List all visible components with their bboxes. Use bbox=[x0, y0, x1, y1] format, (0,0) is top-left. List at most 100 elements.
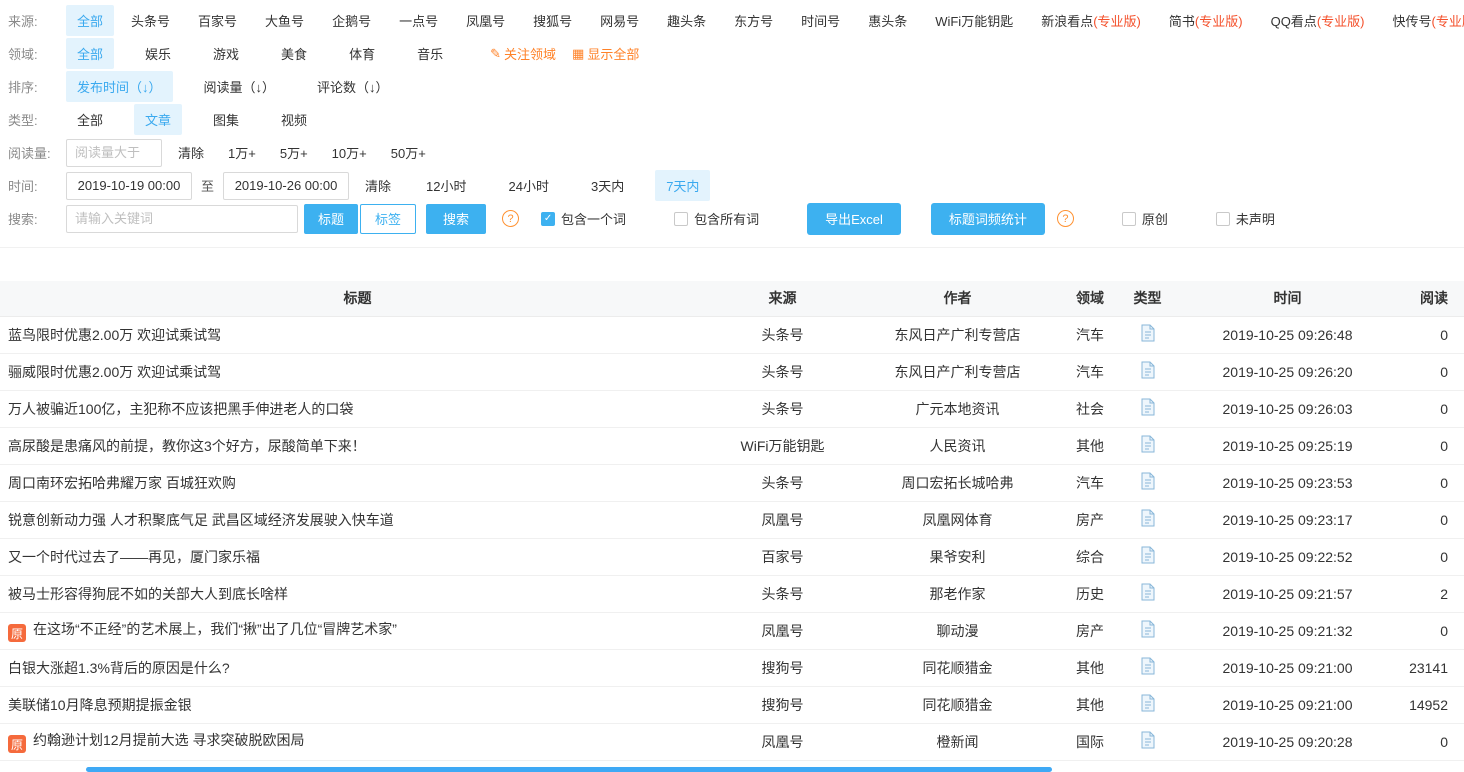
time-cell: 2019-10-25 09:25:19 bbox=[1180, 427, 1395, 464]
article-title-link[interactable]: 骊威限时优惠2.00万 欢迎试乘试驾 bbox=[8, 364, 221, 380]
domain-cell: 国际 bbox=[1065, 723, 1115, 760]
time-preset-link[interactable]: 7天内 bbox=[655, 170, 710, 201]
source-filter-item[interactable]: WiFi万能钥匙 bbox=[924, 5, 1024, 36]
table-row[interactable]: 锐意创新动力强 人才积聚底气足 武昌区域经济发展驶入快车道 凤凰号 凤凰网体育 … bbox=[0, 501, 1464, 538]
keyword-input[interactable] bbox=[66, 205, 298, 233]
help-icon-2[interactable]: ? bbox=[1057, 210, 1074, 227]
article-title-link[interactable]: 万人被骗近100亿，主犯称不应该把黑手伸进老人的口袋 bbox=[8, 401, 353, 417]
sort-option[interactable]: 阅读量（↓） bbox=[193, 71, 287, 102]
time-start-input[interactable] bbox=[66, 172, 192, 200]
source-filter-item-label: 惠头条 bbox=[868, 14, 907, 29]
domain-filter-item[interactable]: 美食 bbox=[270, 38, 318, 69]
domain-filter-item[interactable]: 体育 bbox=[338, 38, 386, 69]
table-row[interactable]: 美联储10月降息预期提振金银 搜狗号 同花顺猎金 其他 2019-10-25 0… bbox=[0, 686, 1464, 723]
reads-preset-link[interactable]: 1万+ bbox=[228, 143, 256, 162]
table-row[interactable]: 骊威限时优惠2.00万 欢迎试乘试驾 头条号 东风日产广利专营店 汽车 2019… bbox=[0, 353, 1464, 390]
table-row[interactable]: 又一个时代过去了——再见，厦门家乐福 百家号 果爷安利 综合 2019-10-2… bbox=[0, 538, 1464, 575]
type-cell bbox=[1115, 575, 1180, 612]
article-title-link[interactable]: 锐意创新动力强 人才积聚底气足 武昌区域经济发展驶入快车道 bbox=[8, 512, 394, 528]
source-cell: 搜狗号 bbox=[715, 686, 850, 723]
table-row[interactable]: 高尿酸是患痛风的前提，教你这3个好方，尿酸简单下来！ WiFi万能钥匙 人民资讯… bbox=[0, 427, 1464, 464]
sort-option[interactable]: 评论数（↓） bbox=[306, 71, 400, 102]
export-excel-button[interactable]: 导出Excel bbox=[807, 203, 901, 235]
article-title-link[interactable]: 蓝鸟限时优惠2.00万 欢迎试乘试驾 bbox=[8, 327, 221, 343]
reads-preset-link[interactable]: 5万+ bbox=[280, 143, 308, 162]
horizontal-scrollbar[interactable] bbox=[86, 767, 1052, 772]
source-filter-item[interactable]: 头条号 bbox=[120, 5, 181, 36]
source-filter-item-label: WiFi万能钥匙 bbox=[935, 14, 1013, 29]
source-filter-item[interactable]: 一点号 bbox=[388, 5, 449, 36]
time-preset-link[interactable]: 3天内 bbox=[580, 170, 635, 201]
source-filter-item[interactable]: 网易号 bbox=[589, 5, 650, 36]
contain-all-label: 包含所有词 bbox=[694, 209, 759, 228]
source-filter-item[interactable]: 大鱼号 bbox=[254, 5, 315, 36]
source-filter-item[interactable]: 新浪看点(专业版) bbox=[1030, 5, 1152, 36]
domain-filter-item[interactable]: 全部 bbox=[66, 38, 114, 69]
table-row[interactable]: 被马士形容得狗屁不如的关部大人到底长啥样 头条号 那老作家 历史 2019-10… bbox=[0, 575, 1464, 612]
source-filter-item[interactable]: 时间号 bbox=[790, 5, 851, 36]
article-title-link[interactable]: 美联储10月降息预期提振金银 bbox=[8, 697, 192, 713]
table-row[interactable]: 蓝鸟限时优惠2.00万 欢迎试乘试驾 头条号 东风日产广利专营店 汽车 2019… bbox=[0, 316, 1464, 353]
undeclared-option[interactable]: 未声明 bbox=[1216, 209, 1275, 228]
table-row[interactable]: 周口南环宏拓哈弗耀万家 百城狂欢购 头条号 周口宏拓长城哈弗 汽车 2019-1… bbox=[0, 464, 1464, 501]
word-frequency-button[interactable]: 标题词频统计 bbox=[931, 203, 1045, 235]
contain-all-checkbox[interactable] bbox=[674, 212, 688, 226]
source-filter-item[interactable]: 简书(专业版) bbox=[1158, 5, 1254, 36]
search-button[interactable]: 搜索 bbox=[426, 204, 486, 234]
article-title-link[interactable]: 高尿酸是患痛风的前提，教你这3个好方，尿酸简单下来！ bbox=[8, 438, 366, 454]
original-option[interactable]: 原创 bbox=[1122, 209, 1168, 228]
article-title-link[interactable]: 白银大涨超1.3%背后的原因是什么? bbox=[8, 660, 230, 676]
undeclared-checkbox[interactable] bbox=[1216, 212, 1230, 226]
reads-clear-link[interactable]: 清除 bbox=[178, 143, 204, 162]
reads-preset-link[interactable]: 10万+ bbox=[332, 143, 367, 162]
time-clear-link[interactable]: 清除 bbox=[365, 176, 391, 195]
sort-option[interactable]: 发布时间（↓） bbox=[66, 71, 173, 102]
source-filter-item[interactable]: 快传号(专业版) bbox=[1381, 5, 1464, 36]
time-preset-link[interactable]: 24小时 bbox=[498, 170, 560, 201]
reads-threshold-input[interactable] bbox=[66, 139, 162, 167]
source-filter-item[interactable]: 凤凰号 bbox=[455, 5, 516, 36]
source-filter-item[interactable]: 企鹅号 bbox=[321, 5, 382, 36]
table-row[interactable]: 原约翰逊计划12月提前大选 寻求突破脱欧困局 凤凰号 橙新闻 国际 2019-1… bbox=[0, 723, 1464, 760]
show-all-link[interactable]: ▦显示全部 bbox=[572, 44, 639, 63]
type-filter-item[interactable]: 文章 bbox=[134, 104, 182, 135]
source-filter-item[interactable]: 惠头条 bbox=[857, 5, 918, 36]
follow-domain-link[interactable]: ✎关注领域 bbox=[490, 44, 556, 63]
type-cell bbox=[1115, 316, 1180, 353]
domain-filter-item[interactable]: 娱乐 bbox=[134, 38, 182, 69]
contain-one-checkbox[interactable] bbox=[541, 212, 555, 226]
tag-mode-button[interactable]: 标签 bbox=[360, 204, 416, 234]
title-mode-button[interactable]: 标题 bbox=[304, 204, 358, 234]
type-filter-item[interactable]: 全部 bbox=[66, 104, 114, 135]
help-icon[interactable]: ? bbox=[502, 210, 519, 227]
source-filter-item[interactable]: 东方号 bbox=[723, 5, 784, 36]
reads-cell: 2 bbox=[1395, 575, 1464, 612]
contain-one-option[interactable]: 包含一个词 bbox=[541, 209, 626, 228]
time-end-input[interactable] bbox=[223, 172, 349, 200]
table-row[interactable]: 白银大涨超1.3%背后的原因是什么? 搜狗号 同花顺猎金 其他 2019-10-… bbox=[0, 649, 1464, 686]
time-preset-link[interactable]: 12小时 bbox=[415, 170, 477, 201]
source-filter-item[interactable]: QQ看点(专业版) bbox=[1260, 5, 1376, 36]
domain-filter-item[interactable]: 游戏 bbox=[202, 38, 250, 69]
time-cell: 2019-10-25 09:21:32 bbox=[1180, 612, 1395, 649]
source-filter-item[interactable]: 百家号 bbox=[187, 5, 248, 36]
source-filter-item[interactable]: 全部 bbox=[66, 5, 114, 36]
source-filter-item[interactable]: 搜狐号 bbox=[522, 5, 583, 36]
article-title-link[interactable]: 又一个时代过去了——再见，厦门家乐福 bbox=[8, 549, 260, 565]
domain-cell: 汽车 bbox=[1065, 464, 1115, 501]
article-title-link[interactable]: 在这场“不正经”的艺术展上，我们“揪”出了几位“冒牌艺术家” bbox=[33, 621, 397, 637]
article-title-link[interactable]: 约翰逊计划12月提前大选 寻求突破脱欧困局 bbox=[33, 732, 304, 748]
type-filter-item[interactable]: 图集 bbox=[202, 104, 250, 135]
col-header-source: 来源 bbox=[715, 281, 850, 316]
table-row[interactable]: 万人被骗近100亿，主犯称不应该把黑手伸进老人的口袋 头条号 广元本地资讯 社会… bbox=[0, 390, 1464, 427]
domain-filter-item[interactable]: 音乐 bbox=[406, 38, 454, 69]
table-row[interactable]: 原在这场“不正经”的艺术展上，我们“揪”出了几位“冒牌艺术家” 凤凰号 聊动漫 … bbox=[0, 612, 1464, 649]
type-cell bbox=[1115, 649, 1180, 686]
original-checkbox[interactable] bbox=[1122, 212, 1136, 226]
article-title-link[interactable]: 周口南环宏拓哈弗耀万家 百城狂欢购 bbox=[8, 475, 236, 491]
contain-all-option[interactable]: 包含所有词 bbox=[674, 209, 759, 228]
source-filter-item[interactable]: 趣头条 bbox=[656, 5, 717, 36]
type-filter-item[interactable]: 视频 bbox=[270, 104, 318, 135]
article-title-link[interactable]: 被马士形容得狗屁不如的关部大人到底长啥样 bbox=[8, 586, 288, 602]
reads-preset-link[interactable]: 50万+ bbox=[391, 143, 426, 162]
